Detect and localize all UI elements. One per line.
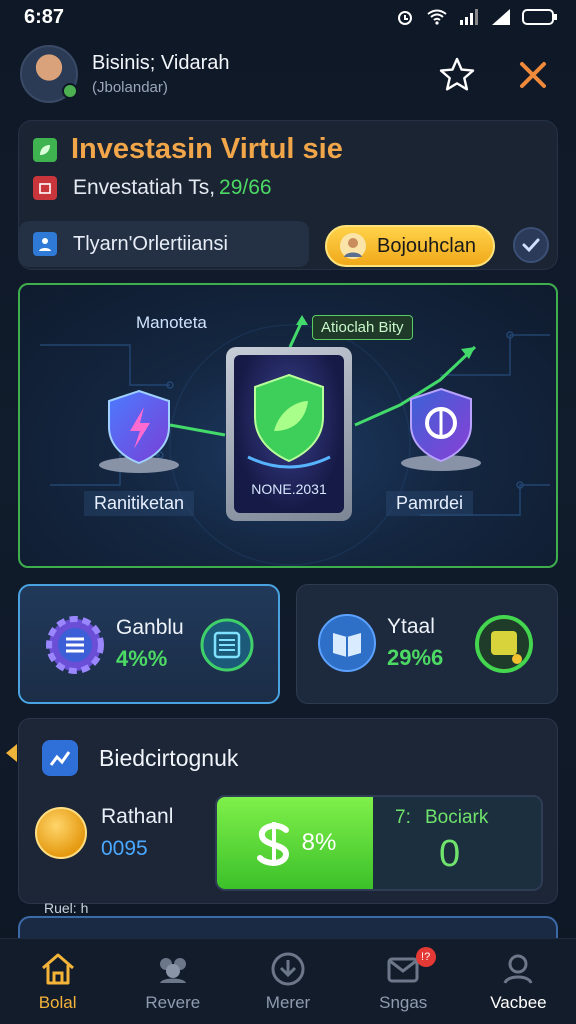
tablet-screen: NONE.2031 <box>234 355 344 513</box>
summary-title: Biedcirtognuk <box>99 744 239 771</box>
collapse-arrow-icon[interactable] <box>6 744 17 762</box>
investment-title: Investasin Virtul sie <box>71 133 343 165</box>
nav-label-home: Bolal <box>38 993 77 1012</box>
alarm-icon <box>398 11 412 25</box>
coin-icon <box>35 807 87 859</box>
close-icon <box>520 62 546 88</box>
investment-stat-line: Envestatiah Ts, 29/66 <box>33 176 272 200</box>
person-avatar-icon <box>340 233 366 259</box>
summary-left-label: Rathanl <box>101 805 174 828</box>
user-pill[interactable]: Tlyarn'Orlertiiansi <box>19 221 309 267</box>
stat-card-2-label: Ytaal <box>387 615 435 638</box>
wifi-icon <box>427 9 447 25</box>
investment-stat-value: 29/66 <box>219 176 272 199</box>
favorite-button[interactable] <box>436 54 478 96</box>
progress-box-label: Bociark <box>425 807 489 828</box>
summary-balance: Rathanl 0095 <box>35 805 173 861</box>
online-badge <box>62 83 78 99</box>
stat-card-1[interactable]: Ganblu 4%% <box>18 584 280 704</box>
app-screen: 6:87 Bisinis; Vidarah (Jbolandar) Invest <box>0 0 576 1024</box>
hero-left-caption: Ranitiketan <box>84 491 195 516</box>
profile-header: Bisinis; Vidarah (Jbolandar) <box>0 38 576 110</box>
currency-shield-icon <box>401 387 481 471</box>
nav-item-mail[interactable]: !? Sngas <box>346 939 461 1024</box>
peek-text: Ruel: h <box>44 900 89 916</box>
battery-icon <box>522 9 557 25</box>
progress-box-percent: 8% <box>301 829 337 856</box>
hero-illustration: Manoteta Atioclah Bity Ranitiketan NONE.… <box>18 283 558 568</box>
user-icon <box>33 232 57 256</box>
stat-card-1-value: 4%% <box>116 646 168 671</box>
gear-icon <box>46 616 104 674</box>
home-icon <box>41 953 74 985</box>
progress-box-label-prefix: 7: <box>395 807 411 828</box>
progress-box-value: 0 <box>439 833 461 875</box>
tablet-illustration: NONE.2031 <box>226 347 352 521</box>
shield-icon <box>247 373 331 469</box>
hero-right-caption: Pamrdei <box>386 491 474 516</box>
download-icon <box>271 952 305 986</box>
nav-item-profile[interactable]: Vacbee <box>461 939 576 1024</box>
nav-item-group[interactable]: Revere <box>115 939 230 1024</box>
nav-item-home[interactable]: Bolal <box>0 939 115 1024</box>
progress-box-green: 8% <box>217 797 373 889</box>
confirm-button[interactable] <box>513 227 549 263</box>
signal-icon <box>460 9 478 25</box>
book-icon <box>318 614 376 672</box>
investment-title-row: Investasin Virtul sie <box>33 133 343 166</box>
nav-item-download[interactable]: Merer <box>230 939 345 1024</box>
nav-label-download: Merer <box>265 993 311 1012</box>
profile-name: Bisinis; Vidarah <box>92 52 230 74</box>
stat-card-2[interactable]: Ytaal 29%6 <box>296 584 558 704</box>
progress-box[interactable]: 8% 7: Bociark 0 <box>215 795 543 891</box>
document-icon <box>200 618 254 672</box>
join-button-label: Bojouhclan <box>377 234 476 257</box>
check-icon <box>522 238 540 253</box>
close-button[interactable] <box>512 54 554 96</box>
nav-label-profile: Vacbee <box>490 993 547 1012</box>
hero-tag: Atioclah Bity <box>312 315 413 340</box>
signal-icon-2 <box>492 9 510 25</box>
status-icons <box>394 8 558 26</box>
avatar[interactable] <box>20 45 78 103</box>
leaf-icon <box>33 137 57 162</box>
group-icon <box>159 958 186 983</box>
calendar-icon <box>33 176 57 200</box>
stat-card-2-value: 29%6 <box>387 645 444 670</box>
nav-label-mail: Sngas <box>379 993 428 1012</box>
summary-left-value: 0095 <box>101 837 148 860</box>
nav-label-group: Revere <box>145 993 201 1012</box>
bottom-nav: Bolal Revere Merer !? Sngas Vacbee <box>0 938 576 1024</box>
user-pill-label: Tlyarn'Orlertiiansi <box>73 232 228 255</box>
chart-box-icon <box>42 740 78 776</box>
profile-subtitle: (Jbolandar) <box>92 79 168 96</box>
join-button[interactable]: Bojouhclan <box>325 225 495 267</box>
note-icon <box>475 615 533 673</box>
progress-box-right: 7: Bociark 0 <box>373 797 541 889</box>
investment-card: Investasin Virtul sie Envestatiah Ts, 29… <box>18 120 558 270</box>
dollar-icon <box>256 822 289 866</box>
lightning-shield-icon <box>99 389 179 473</box>
star-icon <box>439 57 475 91</box>
tablet-screen-text: NONE.2031 <box>251 481 327 497</box>
summary-card: Biedcirtognuk Rathanl 0095 8% 7: Bociark… <box>18 718 558 904</box>
summary-title-row: Biedcirtognuk <box>41 739 238 777</box>
profile-name-block: Bisinis; Vidarah (Jbolandar) <box>92 52 229 96</box>
stat-card-1-label: Ganblu <box>116 616 184 639</box>
status-time: 6:87 <box>24 5 65 28</box>
investment-stat-label: Envestatiah Ts, <box>73 176 216 199</box>
notification-badge: !? <box>415 947 436 967</box>
hero-label-left: Manoteta <box>136 313 207 332</box>
profile-icon <box>503 954 533 984</box>
status-bar: 6:87 <box>0 0 576 34</box>
